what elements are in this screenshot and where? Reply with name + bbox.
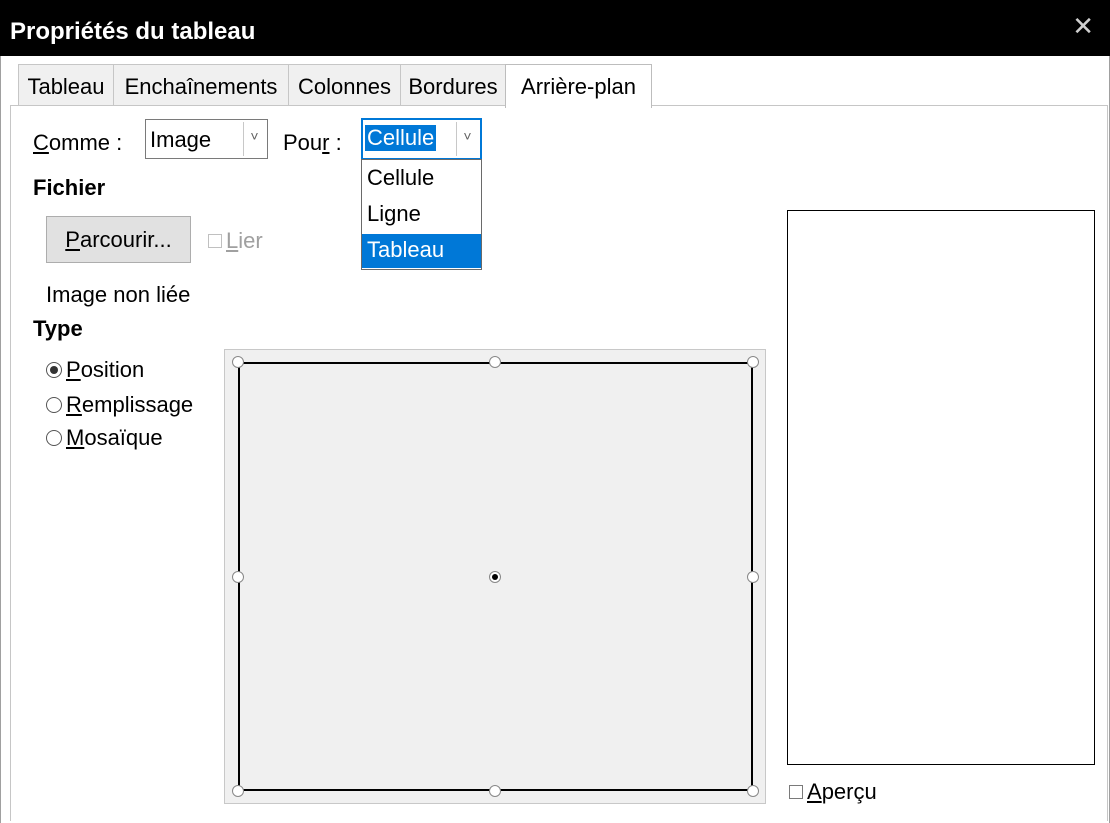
position-top-right[interactable]: [747, 356, 759, 368]
label-text: :: [329, 130, 342, 155]
preview-pane: [787, 210, 1095, 765]
dropdown-option-cellule[interactable]: Cellule: [362, 162, 481, 196]
preview-checkbox[interactable]: Aperçu: [789, 779, 877, 805]
radio-mosaique[interactable]: Mosaïque: [46, 425, 163, 451]
for-dropdown-list: Cellule Ligne Tableau: [361, 159, 482, 270]
tab-enchainements[interactable]: Enchaînements: [113, 64, 289, 106]
for-label: Pour :: [283, 130, 342, 156]
as-label: Comme :: [33, 130, 122, 156]
close-icon[interactable]: ✕: [1072, 12, 1094, 42]
tab-tableau[interactable]: Tableau: [18, 64, 114, 106]
checkbox-label: ier: [238, 228, 263, 253]
radio-label: emplissage: [81, 392, 194, 417]
for-select-value: Cellule: [363, 124, 438, 152]
position-top-left[interactable]: [232, 356, 244, 368]
radio-label: osition: [80, 357, 145, 382]
tab-strip: Tableau Enchaînements Colonnes Bordures …: [18, 64, 652, 108]
as-select-value: Image: [150, 127, 212, 152]
browse-button[interactable]: Parcourir...: [46, 216, 191, 263]
chevron-down-icon[interactable]: ˅: [456, 122, 478, 156]
tab-label: Arrière-plan: [521, 74, 636, 99]
mnemonic: A: [807, 779, 822, 804]
radio-dot: [46, 430, 62, 446]
position-bottom-left[interactable]: [232, 785, 244, 797]
label-text: omme :: [48, 130, 123, 155]
file-heading: Fichier: [33, 175, 106, 200]
radio-dot: [46, 362, 62, 378]
position-bottom-center[interactable]: [489, 785, 501, 797]
dropdown-option-ligne[interactable]: Ligne: [362, 198, 481, 232]
tab-label: Bordures: [408, 74, 498, 99]
radio-position[interactable]: Position: [46, 357, 144, 383]
tab-bordures[interactable]: Bordures: [400, 64, 506, 106]
mnemonic: L: [226, 228, 239, 253]
as-select[interactable]: Image ˅: [145, 119, 268, 159]
position-middle-left[interactable]: [232, 571, 244, 583]
link-status-text: Image non liée: [46, 282, 191, 307]
position-middle-center[interactable]: [489, 571, 501, 583]
mnemonic: R: [66, 392, 82, 417]
chevron-down-icon[interactable]: ˅: [243, 122, 265, 156]
title-bar: Propriétés du tableau ✕: [0, 0, 1110, 56]
dialog-title: Propriétés du tableau: [10, 18, 256, 45]
tab-label: Enchaînements: [124, 74, 278, 99]
mnemonic: M: [66, 425, 85, 450]
button-label: arcourir...: [79, 227, 172, 252]
tab-label: Colonnes: [298, 74, 391, 99]
tab-arriere-plan[interactable]: Arrière-plan: [505, 64, 652, 108]
tab-colonnes[interactable]: Colonnes: [288, 64, 401, 106]
mnemonic: P: [65, 227, 80, 252]
label-text: Pou: [283, 130, 323, 155]
checkbox-box: [208, 234, 222, 248]
position-middle-right[interactable]: [747, 571, 759, 583]
radio-remplissage[interactable]: Remplissage: [46, 392, 193, 418]
mnemonic: P: [66, 357, 81, 382]
radio-dot: [46, 397, 62, 413]
position-bottom-right[interactable]: [747, 785, 759, 797]
checkbox-box: [789, 785, 803, 799]
for-select[interactable]: Cellule ˅: [361, 118, 482, 160]
position-top-center[interactable]: [489, 356, 501, 368]
radio-label: osaïque: [84, 425, 163, 450]
mnemonic: C: [33, 130, 49, 155]
link-checkbox[interactable]: Lier: [208, 228, 263, 254]
checkbox-label: perçu: [821, 779, 877, 804]
dropdown-option-tableau[interactable]: Tableau: [362, 234, 481, 268]
tab-label: Tableau: [27, 74, 105, 99]
type-heading: Type: [33, 316, 83, 341]
